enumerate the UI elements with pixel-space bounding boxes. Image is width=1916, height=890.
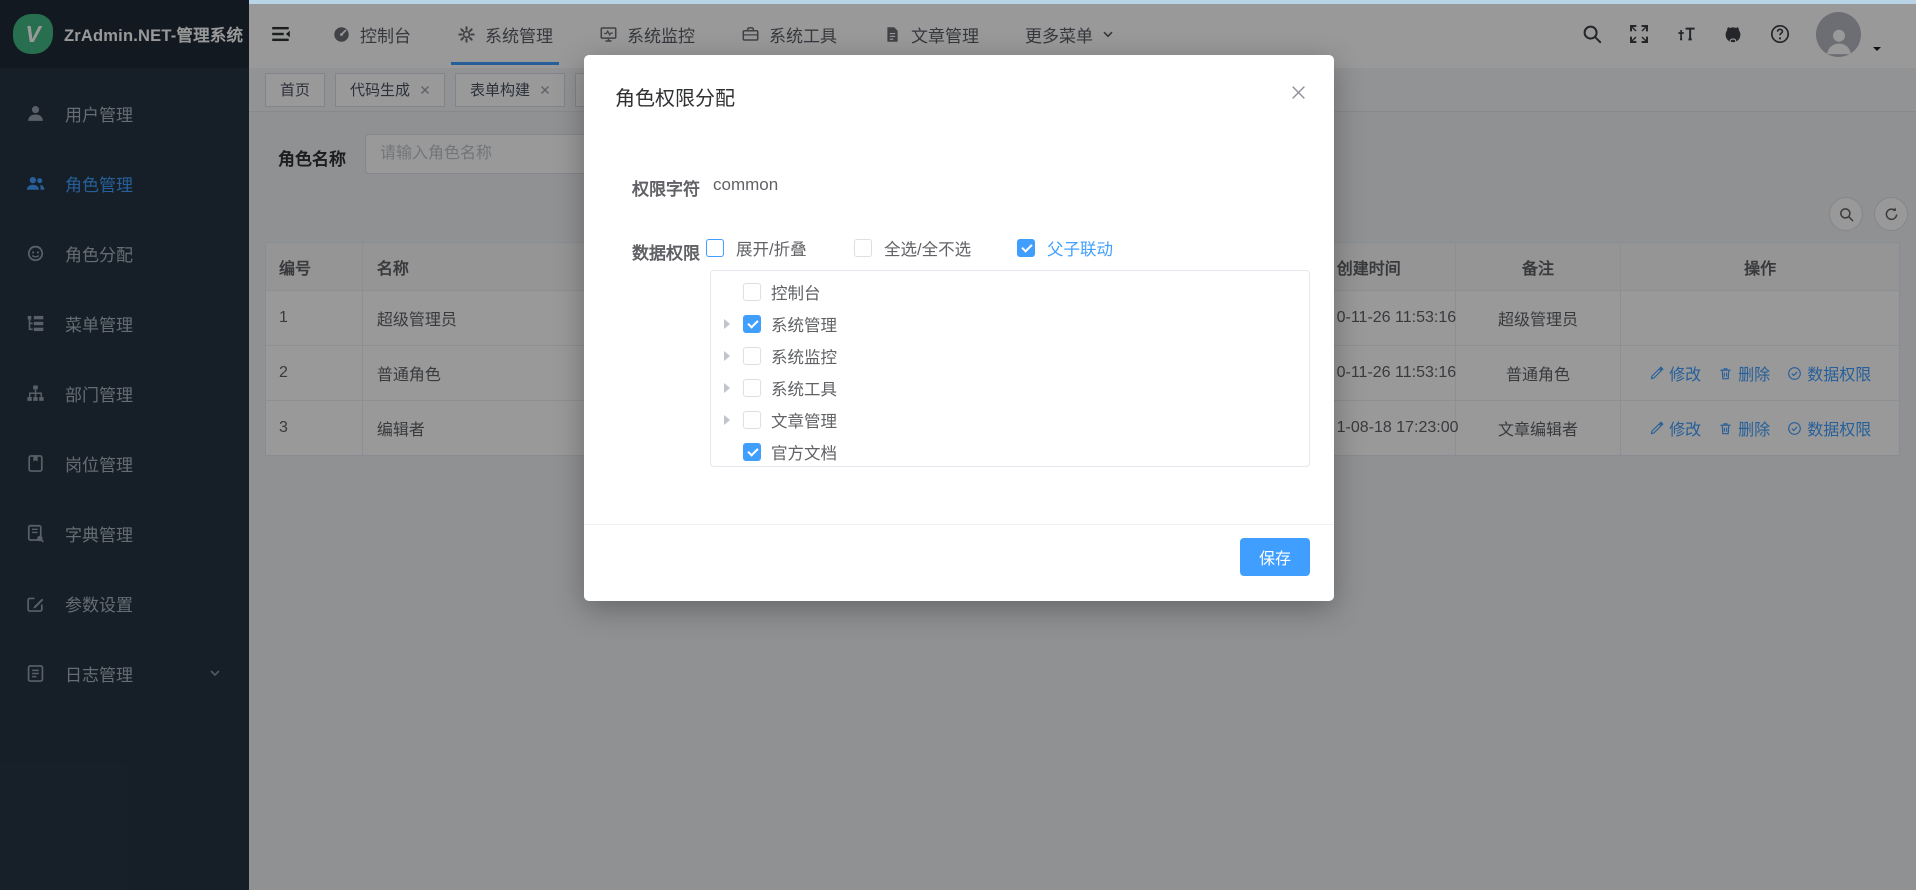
- option-label: 父子联动: [1047, 236, 1113, 260]
- tree-node-label: 系统管理: [771, 312, 837, 336]
- tree-checkbox[interactable]: [743, 315, 761, 333]
- tree-node-article-mgmt[interactable]: 文章管理: [711, 404, 1309, 436]
- save-button[interactable]: 保存: [1240, 538, 1310, 576]
- tree-node-label: 系统工具: [771, 376, 837, 400]
- tree-checkbox[interactable]: [743, 283, 761, 301]
- data-perm-label: 数据权限: [600, 239, 700, 264]
- expand-collapse-checkbox[interactable]: [706, 239, 724, 257]
- tree-node-system-mgmt[interactable]: 系统管理: [711, 308, 1309, 340]
- tree-checkbox[interactable]: [743, 411, 761, 429]
- tree-checkbox[interactable]: [743, 347, 761, 365]
- tree-node-system-tools[interactable]: 系统工具: [711, 372, 1309, 404]
- caret-slot: [721, 351, 743, 361]
- expand-collapse-option[interactable]: 展开/折叠: [706, 236, 807, 260]
- caret-right-icon[interactable]: [724, 415, 730, 425]
- dialog-footer-divider: [584, 524, 1334, 525]
- tree-checkbox[interactable]: [743, 379, 761, 397]
- tree-node-official-docs[interactable]: 官方文档: [711, 436, 1309, 467]
- tree-checkbox[interactable]: [743, 443, 761, 461]
- select-all-checkbox[interactable]: [854, 239, 872, 257]
- parent-child-link-option[interactable]: 父子联动: [1017, 236, 1113, 260]
- perm-char-value: common: [713, 175, 778, 195]
- tree-node-label: 官方文档: [771, 440, 837, 464]
- tree-node-label: 控制台: [771, 280, 821, 304]
- caret-slot: [721, 319, 743, 329]
- top-strip: [249, 0, 1916, 4]
- save-button-label: 保存: [1259, 545, 1291, 569]
- caret-slot: [721, 383, 743, 393]
- tree-node-label: 文章管理: [771, 408, 837, 432]
- tree-node-label: 系统监控: [771, 344, 837, 368]
- option-label: 展开/折叠: [736, 236, 807, 260]
- caret-right-icon[interactable]: [724, 383, 730, 393]
- permission-tree: 控制台 系统管理 系统监控 系统工具 文章管理: [710, 270, 1310, 467]
- close-icon[interactable]: [1290, 84, 1307, 101]
- caret-right-icon[interactable]: [724, 351, 730, 361]
- option-label: 全选/全不选: [884, 236, 971, 260]
- caret-slot: [721, 415, 743, 425]
- select-all-option[interactable]: 全选/全不选: [854, 236, 971, 260]
- perm-char-label: 权限字符: [600, 175, 700, 200]
- app-root: V ZrAdmin.NET-管理系统 用户管理 角色管理 角色分配 菜单管理: [0, 0, 1916, 890]
- tree-node-system-monitor[interactable]: 系统监控: [711, 340, 1309, 372]
- role-permission-dialog: 角色权限分配 权限字符 common 数据权限 展开/折叠 全选/全不选 父子联…: [584, 55, 1334, 601]
- tree-node-console[interactable]: 控制台: [711, 276, 1309, 308]
- dialog-title: 角色权限分配: [615, 82, 735, 111]
- caret-right-icon[interactable]: [724, 319, 730, 329]
- parent-child-link-checkbox[interactable]: [1017, 239, 1035, 257]
